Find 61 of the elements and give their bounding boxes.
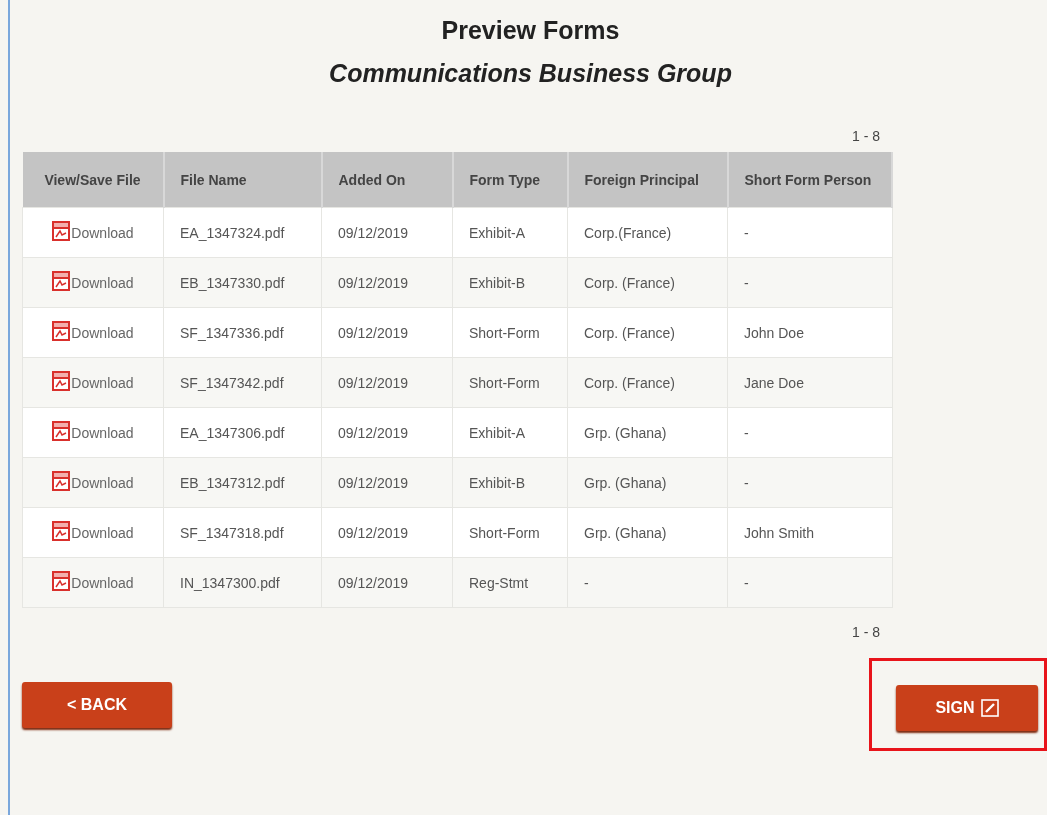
table-cell: John Smith — [727, 507, 892, 558]
table-cell: - — [727, 557, 892, 608]
table-cell: - — [727, 407, 892, 458]
table-cell: IN_1347300.pdf — [163, 557, 322, 608]
table-cell: EA_1347324.pdf — [163, 207, 322, 258]
table-cell: EB_1347330.pdf — [163, 257, 322, 308]
sign-button[interactable]: SIGN — [896, 685, 1038, 731]
pagination-range: 1 - 8 — [852, 624, 880, 640]
table-cell: 09/12/2019 — [321, 357, 453, 408]
table-cell: SF_1347342.pdf — [163, 357, 322, 408]
table-cell: Exhibit-B — [452, 457, 568, 508]
table-cell: - — [727, 207, 892, 258]
table-cell: Grp. (Ghana) — [567, 407, 728, 458]
pdf-icon — [52, 471, 71, 491]
table-cell: Jane Doe — [727, 357, 892, 408]
column-header: Foreign Principal — [567, 152, 728, 208]
table-cell: John Doe — [727, 307, 892, 358]
column-header: Form Type — [452, 152, 568, 208]
table-cell: 09/12/2019 — [321, 557, 453, 608]
pdf-icon — [52, 371, 71, 391]
table-cell: EA_1347306.pdf — [163, 407, 322, 458]
table-cell: Reg-Stmt — [452, 557, 568, 608]
table-cell: Short-Form — [452, 507, 568, 558]
table-cell: Grp. (Ghana) — [567, 507, 728, 558]
pdf-icon — [52, 321, 71, 341]
table-cell: EB_1347312.pdf — [163, 457, 322, 508]
table-cell: Exhibit-A — [452, 207, 568, 258]
table-cell: 09/12/2019 — [321, 207, 453, 258]
table-cell: 09/12/2019 — [321, 457, 453, 508]
table-cell: Grp. (Ghana) — [567, 457, 728, 508]
column-header: Added On — [321, 152, 453, 208]
pdf-icon — [52, 421, 71, 441]
table-cell: 09/12/2019 — [321, 307, 453, 358]
table-cell: Exhibit-B — [452, 257, 568, 308]
pdf-icon — [52, 221, 71, 241]
table-cell: Corp. (France) — [567, 357, 728, 408]
back-button[interactable]: < BACK — [22, 681, 172, 728]
table-cell: Corp. (France) — [567, 307, 728, 358]
table-cell: Exhibit-A — [452, 407, 568, 458]
pdf-icon — [52, 271, 71, 291]
table-cell: Corp. (France) — [567, 257, 728, 308]
column-header: View/Save File — [22, 152, 164, 208]
table-cell: Short-Form — [452, 357, 568, 408]
table-cell: - — [567, 557, 728, 608]
table-cell: - — [727, 257, 892, 308]
table-cell: - — [727, 457, 892, 508]
column-header: File Name — [163, 152, 322, 208]
column-header: Short Form Person — [727, 152, 892, 208]
table-cell: Corp.(France) — [567, 207, 728, 258]
table-cell: SF_1347318.pdf — [163, 507, 322, 558]
edit-icon — [980, 699, 999, 717]
pagination-range: 1 - 8 — [852, 128, 880, 144]
page-subtitle: Communications Business Group — [328, 59, 733, 88]
table-cell: 09/12/2019 — [321, 407, 453, 458]
table-cell: Short-Form — [452, 307, 568, 358]
page-title: Preview Forms — [440, 16, 621, 45]
table-cell: 09/12/2019 — [321, 257, 453, 308]
table-cell: SF_1347336.pdf — [163, 307, 322, 358]
pdf-icon — [52, 571, 71, 591]
table-cell: 09/12/2019 — [321, 507, 453, 558]
pdf-icon — [52, 521, 71, 541]
